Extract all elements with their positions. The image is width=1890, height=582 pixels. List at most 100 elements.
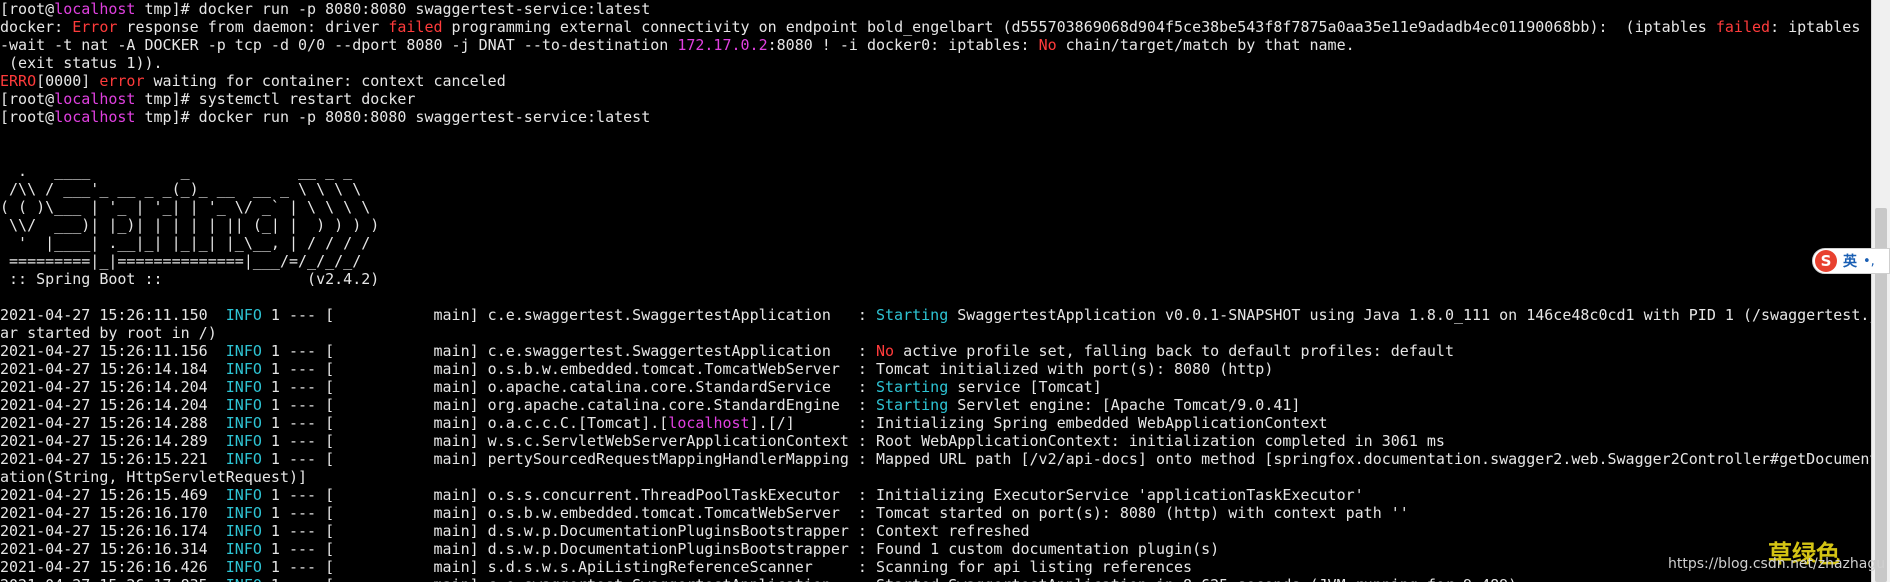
terminal-text: INFO xyxy=(225,360,262,378)
terminal-text: 2021-04-27 15:26:16.426 xyxy=(0,558,226,576)
terminal-text: 172.17.0.2 xyxy=(677,36,768,54)
terminal-line: 2021-04-27 15:26:16.170 INFO 1 --- [ mai… xyxy=(0,504,1872,522)
terminal-text: \\/ ___)| |_)| | | | | || (_| | ) ) ) ) xyxy=(0,216,380,234)
terminal-line: ar started by root in /) xyxy=(0,324,1872,342)
terminal-text: 1 --- [ main] c.e.swaggertest.Swaggertes… xyxy=(261,342,876,360)
terminal-text: waiting for container: context canceled xyxy=(144,72,506,90)
terminal-text: :: Spring Boot :: (v2.4.2) xyxy=(0,270,380,288)
terminal-text: INFO xyxy=(225,450,262,468)
terminal-text: [root@ xyxy=(0,90,55,108)
terminal-text: INFO xyxy=(225,486,262,504)
watermark-url: https://blog.csdn.net/zhazhagu xyxy=(1668,556,1886,572)
terminal-line: 2021-04-27 15:26:14.184 INFO 1 --- [ mai… xyxy=(0,360,1872,378)
terminal-line: 2021-04-27 15:26:15.221 INFO 1 --- [ mai… xyxy=(0,450,1872,468)
terminal-text: INFO xyxy=(225,540,262,558)
terminal-text: 1 --- [ main] o.a.c.c.C.[Tomcat].[ xyxy=(261,414,669,432)
terminal-text: INFO xyxy=(225,432,262,450)
terminal-text: INFO xyxy=(225,378,262,396)
terminal-line: =========|_|==============|___/=/_/_/_/ xyxy=(0,252,1872,270)
terminal-text: 1 --- [ main] o.s.b.w.embedded.tomcat.To… xyxy=(261,360,1274,378)
terminal-text: failed xyxy=(1715,18,1771,36)
terminal-line: 2021-04-27 15:26:11.156 INFO 1 --- [ mai… xyxy=(0,342,1872,360)
ime-punctuation-toggle[interactable]: •, xyxy=(1863,254,1875,269)
sogou-ime-icon[interactable]: S xyxy=(1815,250,1837,272)
terminal-text: 2021-04-27 15:26:16.314 xyxy=(0,540,226,558)
terminal-line: docker: Error response from daemon: driv… xyxy=(0,18,1872,36)
terminal-text: tmp]# systemctl restart docker xyxy=(135,90,416,108)
terminal-text: INFO xyxy=(225,396,262,414)
terminal-text: 2021-04-27 15:26:14.288 xyxy=(0,414,226,432)
terminal-line: 2021-04-27 15:26:15.469 INFO 1 --- [ mai… xyxy=(0,486,1872,504)
terminal-text: 1 --- [ main] d.s.w.p.DocumentationPlugi… xyxy=(261,522,1030,540)
terminal-text: Starting xyxy=(876,306,949,324)
terminal-text: 1 --- [ main] org.apache.catalina.core.S… xyxy=(261,396,876,414)
terminal-text: service [Tomcat] xyxy=(948,378,1102,396)
terminal-text: tmp]# docker run -p 8080:8080 swaggertes… xyxy=(135,0,651,18)
terminal-text: 2021-04-27 15:26:15.469 xyxy=(0,486,226,504)
terminal-text: 2021-04-27 15:26:15.221 xyxy=(0,450,226,468)
terminal-text: /\\ / ___'_ __ _ _(_)_ __ __ _ \ \ \ \ xyxy=(0,180,362,198)
terminal-line: 2021-04-27 15:26:11.150 INFO 1 --- [ mai… xyxy=(0,306,1872,324)
terminal-text: No xyxy=(876,342,895,360)
terminal-text: Servlet engine: [Apache Tomcat/9.0.41] xyxy=(948,396,1301,414)
terminal-text: localhost xyxy=(54,108,136,126)
ime-language-toggle[interactable]: 英 xyxy=(1843,251,1857,271)
terminal-line: (exit status 1)). xyxy=(0,54,1872,72)
terminal-text: 1 --- [ main] o.s.b.w.embedded.tomcat.To… xyxy=(261,504,1409,522)
terminal-text: 1 --- [ main] d.s.w.p.DocumentationPlugi… xyxy=(261,540,1220,558)
terminal-text: 1 --- [ main] o.apache.catalina.core.Sta… xyxy=(261,378,876,396)
terminal-line: 2021-04-27 15:26:16.314 INFO 1 --- [ mai… xyxy=(0,540,1872,558)
terminal-text: 1 --- [ main] c.e.swaggertest.Swaggertes… xyxy=(261,306,876,324)
terminal-text: error xyxy=(99,72,145,90)
terminal-text: [root@ xyxy=(0,108,55,126)
terminal-line: 2021-04-27 15:26:14.204 INFO 1 --- [ mai… xyxy=(0,396,1872,414)
terminal-text: ar started by root in /) xyxy=(0,324,217,342)
terminal-text: Starting xyxy=(876,378,949,396)
terminal-text: INFO xyxy=(225,522,262,540)
terminal-line: -wait -t nat -A DOCKER -p tcp -d 0/0 --d… xyxy=(0,36,1872,54)
terminal-text: 2021-04-27 15:26:16.174 xyxy=(0,522,226,540)
ime-toolbar[interactable]: S 英 •, xyxy=(1812,248,1890,274)
terminal-text: 2021-04-27 15:26:14.184 xyxy=(0,360,226,378)
terminal-text: -wait -t nat -A DOCKER -p tcp -d 0/0 --d… xyxy=(0,36,678,54)
terminal-text: INFO xyxy=(225,306,262,324)
terminal-text: chain/target/match by that name. xyxy=(1056,36,1355,54)
terminal-line: ERRO[0000] error waiting for container: … xyxy=(0,72,1872,90)
terminal-line: [root@localhost tmp]# docker run -p 8080… xyxy=(0,108,1872,126)
terminal-text: 1 --- [ main] o.s.s.concurrent.ThreadPoo… xyxy=(261,486,1364,504)
terminal-line: ation(String, HttpServletRequest)] xyxy=(0,468,1872,486)
terminal-text: localhost xyxy=(668,414,750,432)
terminal-text: tmp]# docker run -p 8080:8080 swaggertes… xyxy=(135,108,651,126)
terminal-text: 2021-04-27 15:26:17.835 xyxy=(0,576,226,582)
terminal-line: :: Spring Boot :: (v2.4.2) xyxy=(0,270,1872,288)
terminal-scrollbar[interactable] xyxy=(1871,0,1890,582)
terminal-text: (exit status 1)). xyxy=(0,54,163,72)
terminal-text: [root@ xyxy=(0,0,55,18)
terminal-text: No xyxy=(1038,36,1057,54)
terminal-text: 2021-04-27 15:26:14.289 xyxy=(0,432,226,450)
terminal-line: 2021-04-27 15:26:17.835 INFO 1 --- [ mai… xyxy=(0,576,1872,582)
terminal-line: 2021-04-27 15:26:16.426 INFO 1 --- [ mai… xyxy=(0,558,1872,576)
terminal-text: :8080 ! -i docker0: iptables: xyxy=(767,36,1039,54)
terminal-line: 2021-04-27 15:26:16.174 INFO 1 --- [ mai… xyxy=(0,522,1872,540)
terminal-text: INFO xyxy=(225,414,262,432)
terminal-text: ation(String, HttpServletRequest)] xyxy=(0,468,308,486)
terminal-text: INFO xyxy=(226,576,262,582)
terminal-text: failed xyxy=(388,18,443,36)
terminal-text: ].[/] : Initializing Spring embedded Web… xyxy=(749,414,1328,432)
terminal-text: 2021-04-27 15:26:16.170 xyxy=(0,504,226,522)
terminal-text: 1 --- [ main] c.e.swaggertest.Swaggertes… xyxy=(262,576,1517,582)
terminal-text: . ____ _ __ _ _ xyxy=(0,162,353,180)
terminal-text: localhost xyxy=(54,0,136,18)
terminal-text: localhost xyxy=(54,90,136,108)
terminal-text: 1 --- [ main] s.d.s.w.s.ApiListingRefere… xyxy=(261,558,1193,576)
terminal-text: active profile set, falling back to defa… xyxy=(894,342,1454,360)
terminal-text: 1 --- [ main] w.s.c.ServletWebServerAppl… xyxy=(261,432,1445,450)
terminal-output[interactable]: [root@localhost tmp]# docker run -p 8080… xyxy=(0,0,1872,582)
terminal-text: =========|_|==============|___/=/_/_/_/ xyxy=(0,252,362,270)
terminal-line: 2021-04-27 15:26:14.289 INFO 1 --- [ mai… xyxy=(0,432,1872,450)
terminal-line: 2021-04-27 15:26:14.288 INFO 1 --- [ mai… xyxy=(0,414,1872,432)
